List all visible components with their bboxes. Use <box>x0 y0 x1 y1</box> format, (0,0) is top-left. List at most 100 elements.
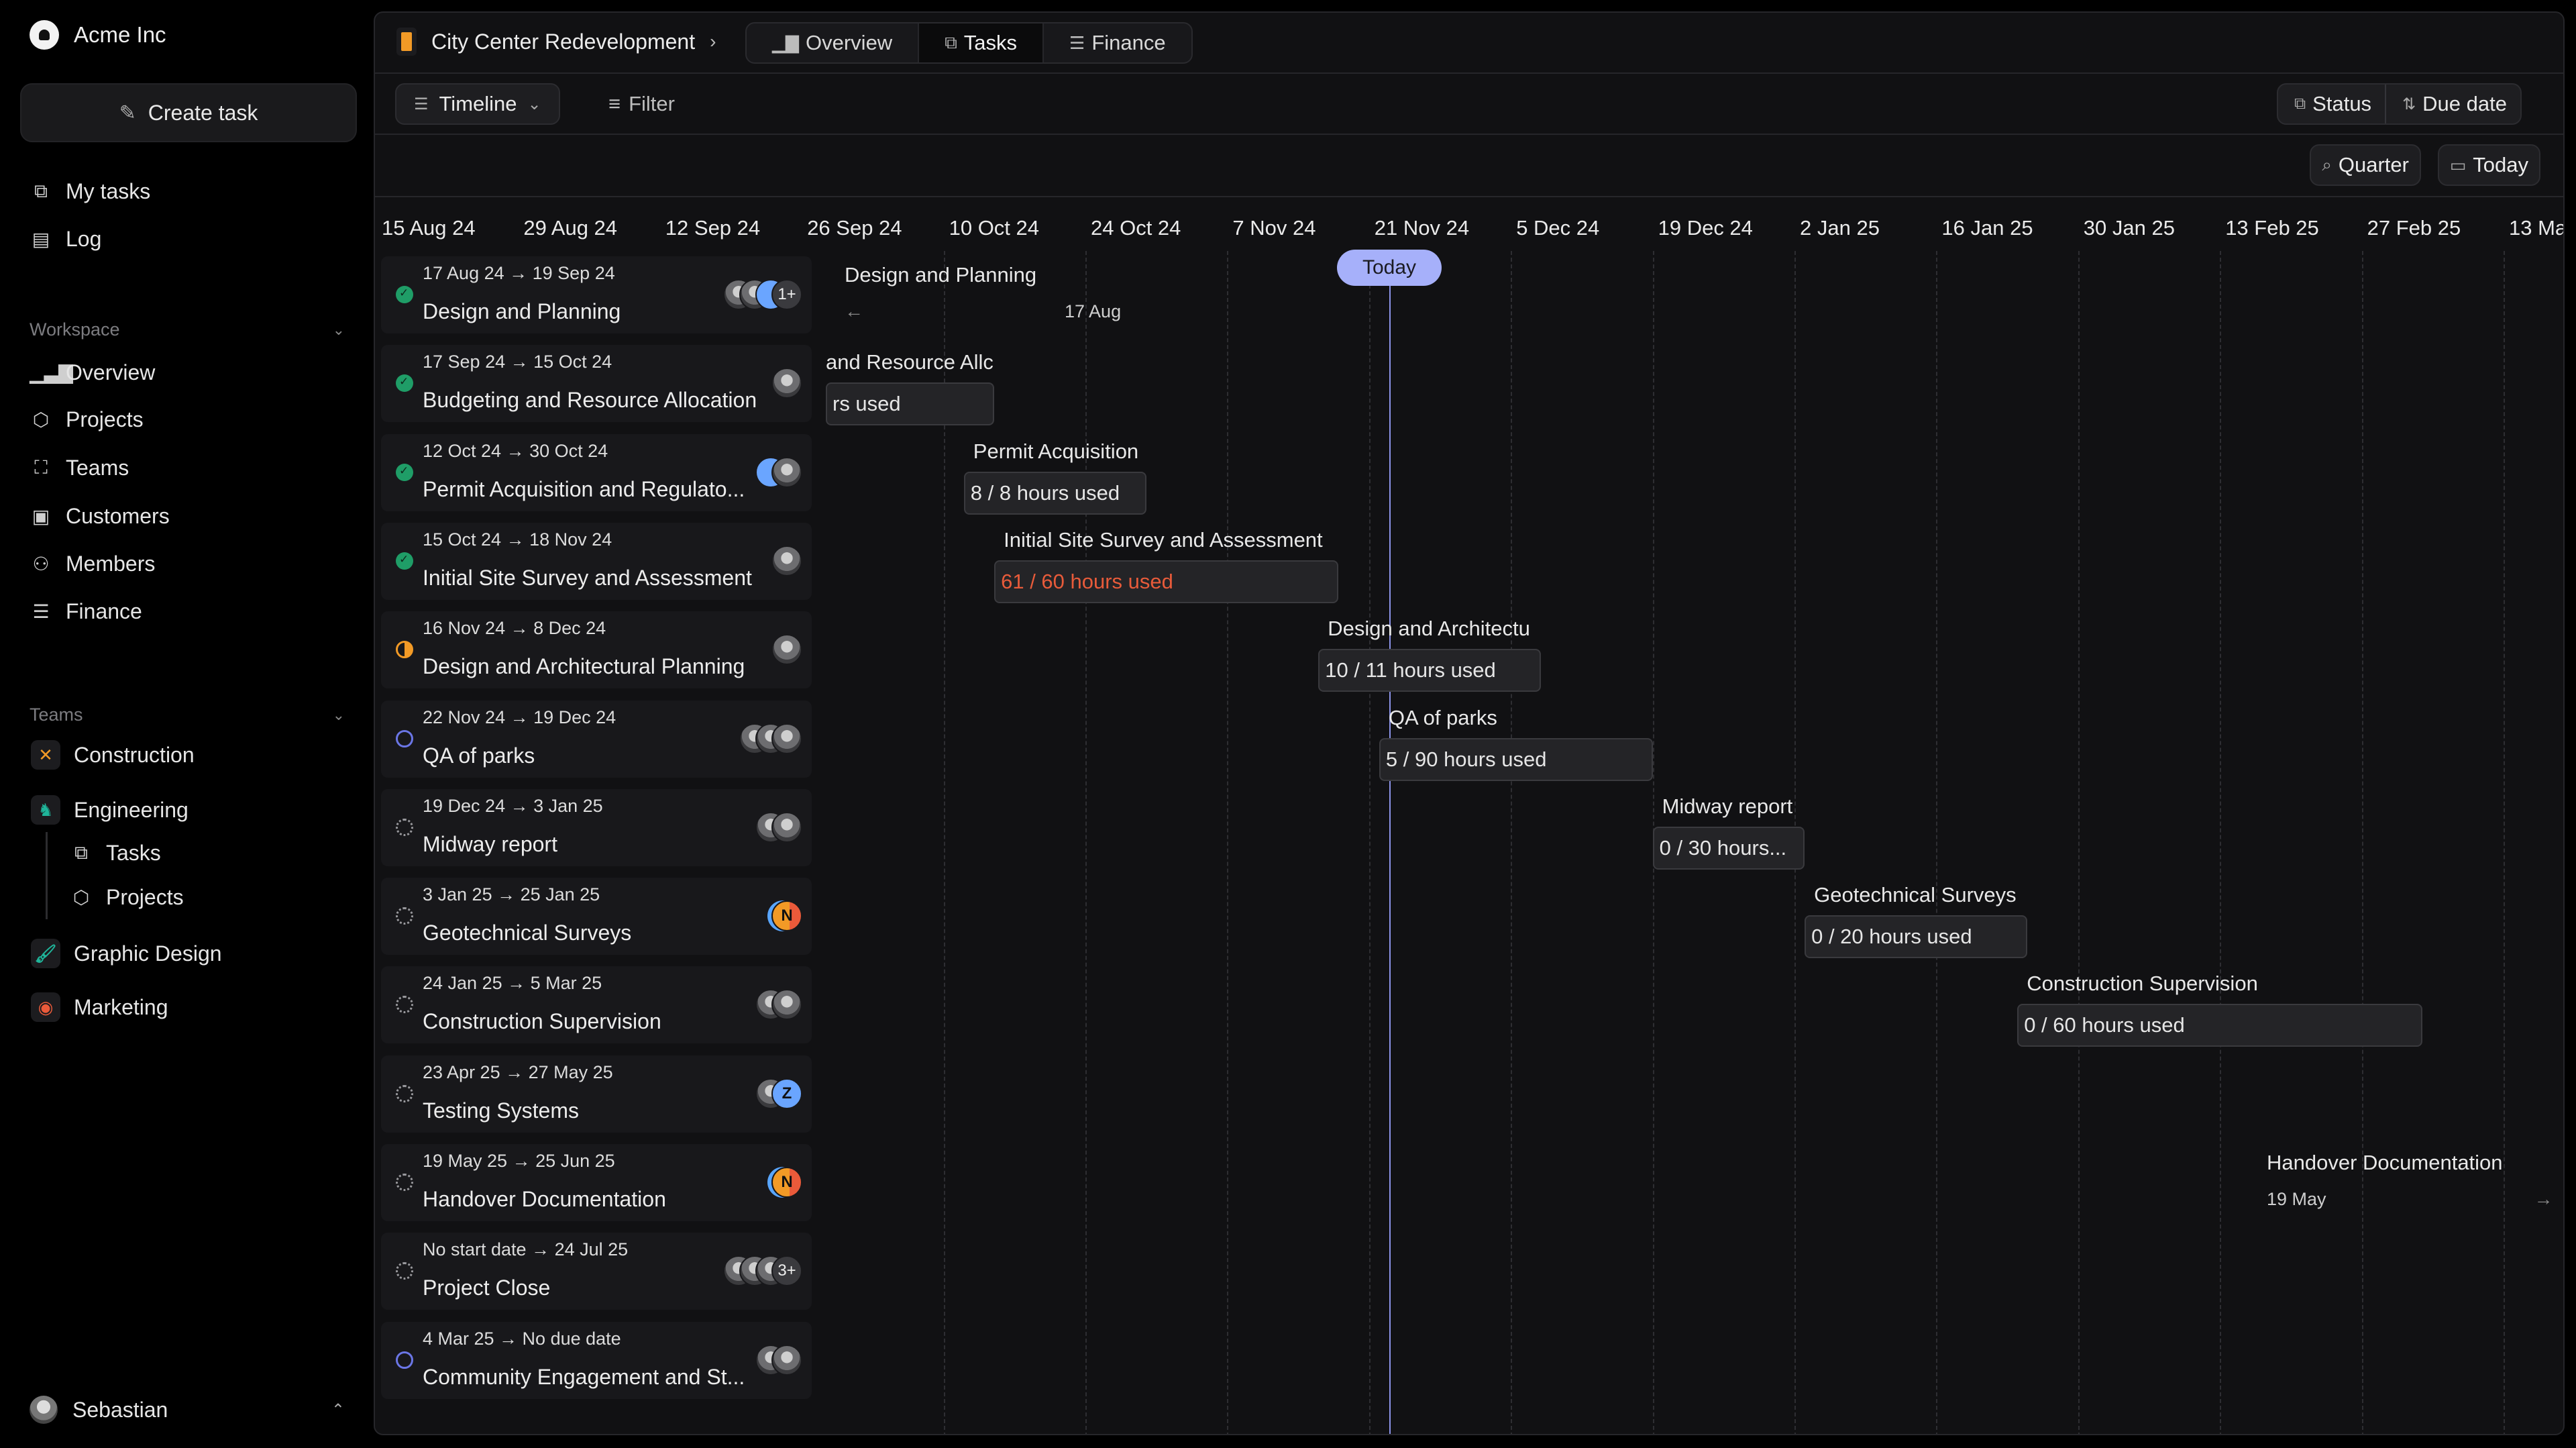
sidebar-team-marketing[interactable]: ◉ Marketing <box>31 990 168 1024</box>
sidebar-item-label: Marketing <box>74 994 168 1019</box>
sidebar-item-label: Customers <box>66 503 170 528</box>
task-bar[interactable]: 8 / 8 hours used <box>963 471 1146 515</box>
assignees[interactable] <box>755 1344 802 1376</box>
status-todo-icon[interactable] <box>396 729 413 747</box>
bar-label: Construction Supervision <box>2027 972 2258 996</box>
assignees[interactable] <box>755 811 802 843</box>
sidebar-team-engineering[interactable]: ♞ Engineering <box>31 793 189 827</box>
task-card[interactable]: 3 Jan 25 → 25 Jan 25 Geotechnical Surveys… <box>381 878 812 955</box>
status-backlog-icon[interactable] <box>396 1084 413 1102</box>
assignees[interactable]: 3+ <box>723 1255 802 1287</box>
offscreen-indicator[interactable]: 19 May → <box>2267 1188 2553 1210</box>
assignees[interactable] <box>755 989 802 1021</box>
teams-section-header[interactable]: Teams ⌄ <box>30 705 345 725</box>
assignees[interactable] <box>771 634 802 666</box>
sidebar-item-log[interactable]: ▤ Log <box>30 222 102 256</box>
task-card[interactable]: 23 Apr 25 → 27 May 25 Testing Systems Z <box>381 1055 812 1133</box>
tab-overview[interactable]: ▁▇ Overview <box>747 23 920 62</box>
workspace-switcher[interactable]: Acme Inc <box>30 20 166 50</box>
sort-icon: ⇅ <box>2402 95 2416 113</box>
task-card[interactable]: 19 Dec 24 → 3 Jan 25 Midway report <box>381 788 812 866</box>
task-card[interactable]: 19 May 25 → 25 Jun 25 Handover Documentat… <box>381 1144 812 1221</box>
sidebar-team-engineering-tasks[interactable]: ⧉ Tasks <box>70 836 161 870</box>
chevron-down-icon: ⌄ <box>332 706 345 723</box>
task-card[interactable]: 17 Aug 24 → 19 Sep 24 Design and Planning… <box>381 256 812 333</box>
date-column-label: 16 Jan 25 <box>1941 216 2033 240</box>
view-selector[interactable]: ☰ Timeline ⌄ <box>395 83 560 125</box>
status-done-icon[interactable] <box>396 463 413 481</box>
status-done-icon[interactable] <box>396 374 413 393</box>
sidebar-item-overview[interactable]: ▁▃▇ Overview <box>30 356 155 389</box>
bar-label: Permit Acquisition <box>973 439 1139 463</box>
assignees[interactable] <box>739 723 802 754</box>
task-bar[interactable]: 0 / 20 hours used <box>1805 915 2028 959</box>
task-bar[interactable]: 5 / 90 hours used <box>1379 737 1653 781</box>
task-card[interactable]: 15 Oct 24 → 18 Nov 24 Initial Site Survey… <box>381 522 812 600</box>
view-label: Timeline <box>439 92 517 115</box>
group-by-status-button[interactable]: ⧉ Status <box>2278 85 2387 123</box>
assignees[interactable]: N <box>771 1167 802 1198</box>
avatar: N <box>771 1167 802 1198</box>
status-backlog-icon[interactable] <box>396 1174 413 1191</box>
task-title: Testing Systems <box>423 1098 579 1123</box>
breadcrumb[interactable]: City Center Redevelopment › <box>396 28 716 56</box>
assignees[interactable]: 1+ <box>723 279 802 310</box>
sidebar-item-my-tasks[interactable]: ⧉ My tasks <box>30 174 150 208</box>
workspace-section-header[interactable]: Workspace ⌄ <box>30 319 345 340</box>
create-task-button[interactable]: ✎ Create task <box>20 83 357 142</box>
status-backlog-icon[interactable] <box>396 996 413 1014</box>
task-card[interactable]: 17 Sep 24 → 15 Oct 24 Budgeting and Resou… <box>381 345 812 423</box>
sidebar-team-graphic-design[interactable]: 🖌 Graphic Design <box>31 937 222 970</box>
task-card[interactable]: 12 Oct 24 → 30 Oct 24 Permit Acquisition … <box>381 433 812 511</box>
sidebar-item-customers[interactable]: ▣ Customers <box>30 499 170 533</box>
assignees[interactable] <box>755 456 802 488</box>
offscreen-indicator[interactable]: ← 17 Aug <box>845 301 1121 322</box>
assignees[interactable] <box>771 368 802 399</box>
tab-tasks[interactable]: ⧉ Tasks <box>919 23 1044 62</box>
arrow-left-icon: ← <box>845 301 863 321</box>
task-bar[interactable]: 0 / 30 hours... <box>1652 826 1805 870</box>
zoom-quarter-button[interactable]: ⌕ Quarter <box>2310 144 2421 186</box>
sidebar-item-teams[interactable]: ⛶ Teams <box>30 451 129 484</box>
task-title: Permit Acquisition and Regulato... <box>423 476 745 501</box>
sidebar-item-members[interactable]: ⚇ Members <box>30 547 155 580</box>
status-backlog-icon[interactable] <box>396 1262 413 1280</box>
avatar <box>30 1396 58 1424</box>
sidebar-team-engineering-projects[interactable]: ⬡ Projects <box>70 880 184 914</box>
status-done-icon[interactable] <box>396 552 413 570</box>
task-card[interactable]: 22 Nov 24 → 19 Dec 24 QA of parks <box>381 700 812 778</box>
task-dates: 4 Mar 25 → No due date <box>423 1328 621 1349</box>
task-bar[interactable]: rs used <box>826 382 995 426</box>
sidebar-item-finance[interactable]: ☰ Finance <box>30 594 142 628</box>
task-bar[interactable]: 0 / 60 hours used <box>2017 1004 2423 1047</box>
sidebar-item-projects[interactable]: ⬡ Projects <box>30 403 144 436</box>
task-bar[interactable]: 10 / 11 hours used <box>1318 649 1542 692</box>
sort-due-date-button[interactable]: ⇅ Due date <box>2386 85 2520 123</box>
user-menu[interactable]: Sebastian ⌃ <box>30 1396 345 1424</box>
date-column-label: 15 Aug 24 <box>382 216 476 240</box>
date-column-label: 29 Aug 24 <box>523 216 618 240</box>
filter-button[interactable]: ≡ Filter <box>608 83 675 125</box>
assignees[interactable]: Z <box>755 1078 802 1109</box>
task-card[interactable]: 16 Nov 24 → 8 Dec 24 Design and Architect… <box>381 611 812 689</box>
task-card[interactable]: 4 Mar 25 → No due date Community Engageme… <box>381 1321 812 1399</box>
status-backlog-icon[interactable] <box>396 907 413 925</box>
bar-label: Design and Planning <box>845 263 1037 287</box>
task-bar[interactable]: 61 / 60 hours used <box>994 560 1339 603</box>
status-done-icon[interactable] <box>396 286 413 303</box>
status-progress-icon[interactable] <box>396 641 413 659</box>
today-button[interactable]: ▭ Today <box>2437 144 2540 186</box>
status-backlog-icon[interactable] <box>396 818 413 836</box>
task-card[interactable]: No start date → 24 Jul 25 Project Close 3+ <box>381 1233 812 1310</box>
sidebar-team-construction[interactable]: ✕ Construction <box>31 738 195 772</box>
status-todo-icon[interactable] <box>396 1351 413 1369</box>
assignees[interactable] <box>771 545 802 576</box>
scan-icon: ⛶ <box>34 456 48 478</box>
gridline <box>1085 251 1087 1434</box>
gridline <box>2078 251 2080 1434</box>
cube-icon: ⬡ <box>32 409 50 430</box>
today-label: Today <box>2473 153 2528 176</box>
assignees[interactable]: N <box>771 900 802 932</box>
task-card[interactable]: 24 Jan 25 → 5 Mar 25 Construction Supervi… <box>381 966 812 1044</box>
tab-finance[interactable]: ☰ Finance <box>1044 23 1191 62</box>
